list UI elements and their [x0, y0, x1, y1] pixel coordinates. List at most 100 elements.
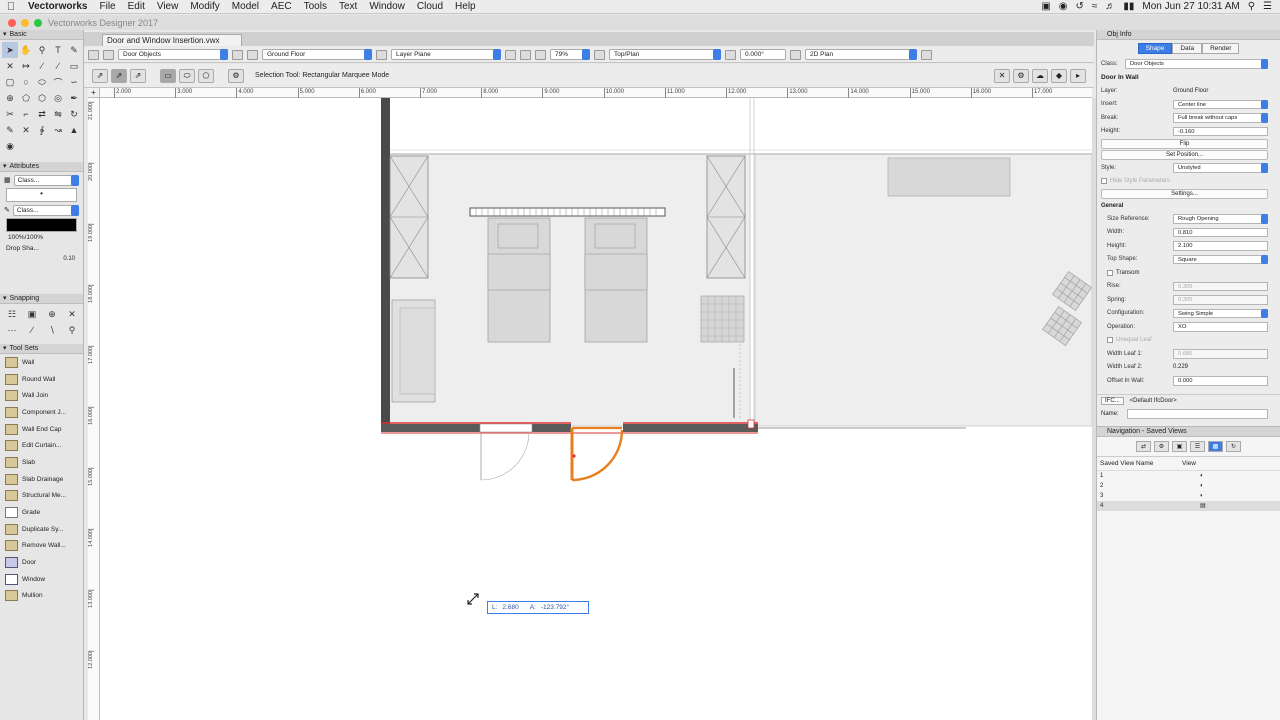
projection-icon[interactable] [921, 49, 932, 60]
view-cube-icon[interactable] [594, 49, 605, 60]
saved-view-row[interactable]: 2 ◐ [1097, 481, 1280, 491]
tool-slab-drainage[interactable]: Slab Drainage [0, 471, 83, 488]
rotate-tool-icon[interactable]: ↻ [66, 106, 82, 122]
locus-tool-icon[interactable]: ✕ [2, 58, 18, 74]
more-icon[interactable]: ▸ [1070, 68, 1086, 83]
saved-view-row[interactable]: 1 ◐ [1097, 471, 1280, 481]
spring-field[interactable]: 0.305 [1173, 295, 1268, 305]
offset-field[interactable]: 0.000 [1173, 376, 1268, 386]
close-window-button[interactable] [8, 18, 16, 27]
tool-door[interactable]: Door [0, 554, 83, 571]
eyedropper-tool-icon[interactable]: ✒ [66, 90, 82, 106]
col-saved-view-name[interactable]: Saved View Name [1100, 460, 1182, 467]
nav-saved-views-icon[interactable]: ▩ [1208, 441, 1223, 452]
break-select[interactable]: Full break without caps [1173, 113, 1268, 123]
style-select[interactable]: Unstyled [1173, 163, 1268, 173]
menu-cloud[interactable]: Cloud [411, 1, 449, 12]
object-info-header[interactable]: Obj Info [1097, 30, 1280, 40]
flip-button[interactable]: Flip [1101, 139, 1268, 149]
basic-palette-header[interactable]: ▾ Basic [0, 30, 83, 40]
nav-layers-icon[interactable]: ☰ [1190, 441, 1205, 452]
polyline-tool-icon[interactable]: ⊕ [2, 90, 18, 106]
settings-gear-icon[interactable]: ⚙ [1013, 68, 1029, 83]
menu-app[interactable]: Vectorworks [22, 1, 93, 12]
set-position-button[interactable]: Set Position... [1101, 150, 1268, 160]
tool-window[interactable]: Window [0, 571, 83, 588]
snap-angle-icon[interactable]: ⊕ [42, 306, 62, 322]
general-section[interactable]: General [1097, 200, 1280, 212]
selection-tool-icon[interactable]: ➤ [2, 42, 18, 58]
transom-row[interactable]: Transom [1097, 266, 1280, 280]
saved-view-row[interactable]: 4 ▤ [1097, 501, 1280, 511]
document-tab[interactable]: Door and Window Insertion.vwx [102, 34, 242, 46]
view-eye-icon[interactable]: ◐ [1200, 481, 1204, 491]
snap-intersection-icon[interactable]: ✕ [62, 306, 82, 322]
horizontal-ruler[interactable]: 2.000 3.000 4.000 5.000 6.000 7.000 8.000 9.000… [100, 88, 1092, 98]
list-icon[interactable]: ☰ [1263, 1, 1272, 12]
tab-data[interactable]: Data [1172, 43, 1203, 54]
menu-model[interactable]: Model [226, 1, 265, 12]
volume-icon[interactable]: ♬ [1105, 1, 1115, 12]
tab-render[interactable]: Render [1202, 43, 1240, 54]
snap-cursor-icon[interactable]: ✕ [994, 68, 1010, 83]
view-eye-icon[interactable]: ◐ [1200, 491, 1204, 501]
class-select[interactable]: Door Objects [118, 49, 228, 60]
rotate-plan-icon[interactable] [725, 49, 736, 60]
arc-tool-icon[interactable]: ⌒ [50, 74, 66, 90]
line-weight-row[interactable]: 0.10 [0, 254, 83, 264]
attributes-palette-header[interactable]: ▾ Attributes [0, 162, 83, 172]
clip-tool-icon[interactable]: ✂ [2, 106, 18, 122]
settings-button[interactable]: Settings... [1101, 189, 1268, 199]
menu-edit[interactable]: Edit [122, 1, 151, 12]
wifi-icon[interactable]: ≈ [1092, 1, 1098, 12]
tool-preferences-icon[interactable]: ⚙ [228, 68, 244, 83]
zoom-window-button[interactable] [34, 18, 42, 27]
nav-share-icon[interactable]: ⇄ [1136, 441, 1151, 452]
top-shape-select[interactable]: Square [1173, 254, 1268, 264]
rotation-field[interactable]: 0.000° [740, 49, 786, 60]
view-sheet-icon[interactable]: ▤ [1200, 501, 1206, 511]
camera-tool-icon[interactable]: ◉ [2, 138, 18, 154]
tab-shape[interactable]: Shape [1137, 43, 1173, 54]
hide-style-row[interactable]: Hide Style Parameters [1097, 175, 1280, 189]
time-machine-icon[interactable]: ↺ [1076, 1, 1084, 12]
fit-to-page-icon[interactable] [505, 49, 516, 60]
connect-tool-icon[interactable]: ↝ [50, 122, 66, 138]
polygon-tool-icon[interactable]: ⬠ [18, 90, 34, 106]
toolsets-palette-header[interactable]: ▾ Tool Sets [0, 344, 83, 354]
nav-classes-icon[interactable]: ▣ [1172, 441, 1187, 452]
callout-tool-icon[interactable]: ✎ [66, 42, 82, 58]
minimize-window-button[interactable] [21, 18, 29, 27]
tool-grade[interactable]: Grade [0, 504, 83, 521]
mirror-tool-icon[interactable]: ⇋ [50, 106, 66, 122]
height-field[interactable]: -0.160 [1173, 126, 1268, 136]
clock[interactable]: Mon Jun 27 10:31 AM [1142, 1, 1239, 12]
fill-swatch[interactable]: • [6, 188, 77, 202]
transom-checkbox[interactable] [1107, 269, 1113, 276]
forward-view-icon[interactable] [103, 49, 114, 60]
leaf1-field[interactable]: 0.686 [1173, 349, 1268, 359]
zoom-select[interactable]: 79% [550, 49, 590, 60]
layer-options-icon[interactable] [247, 49, 258, 60]
tool-remove-wall[interactable]: Remove Wall... [0, 538, 83, 555]
rise-field[interactable]: 0.305 [1173, 281, 1268, 291]
width-field[interactable]: 0.810 [1173, 227, 1268, 237]
snap-edge-icon[interactable]: ⚲ [62, 322, 82, 338]
configuration-select[interactable]: Swing Simple [1173, 308, 1268, 318]
menu-text[interactable]: Text [333, 1, 363, 12]
snap-distance-icon[interactable]: ⋯ [2, 322, 22, 338]
render-mode-icon[interactable] [790, 49, 801, 60]
display-icon[interactable]: ▣ [1041, 1, 1050, 12]
snapping-palette-header[interactable]: ▾ Snapping [0, 294, 83, 304]
plane-icon[interactable] [376, 49, 387, 60]
drawing-canvas[interactable]: L: 2.680 A: -123.792° [100, 98, 1092, 720]
cloud-icon[interactable]: ☁ [1032, 68, 1048, 83]
freehand-tool-icon[interactable]: ∽ [66, 74, 82, 90]
tool-structural-member[interactable]: Structural Me... [0, 488, 83, 505]
layer-select[interactable]: Ground Floor [262, 49, 372, 60]
fill-class-select[interactable]: Class... [13, 174, 79, 186]
view-eye-icon[interactable]: ◐ [1200, 471, 1204, 481]
class-options-icon[interactable] [232, 49, 243, 60]
plane-select[interactable]: Layer Plane [391, 49, 501, 60]
search-icon[interactable]: ⚲ [1248, 1, 1255, 12]
